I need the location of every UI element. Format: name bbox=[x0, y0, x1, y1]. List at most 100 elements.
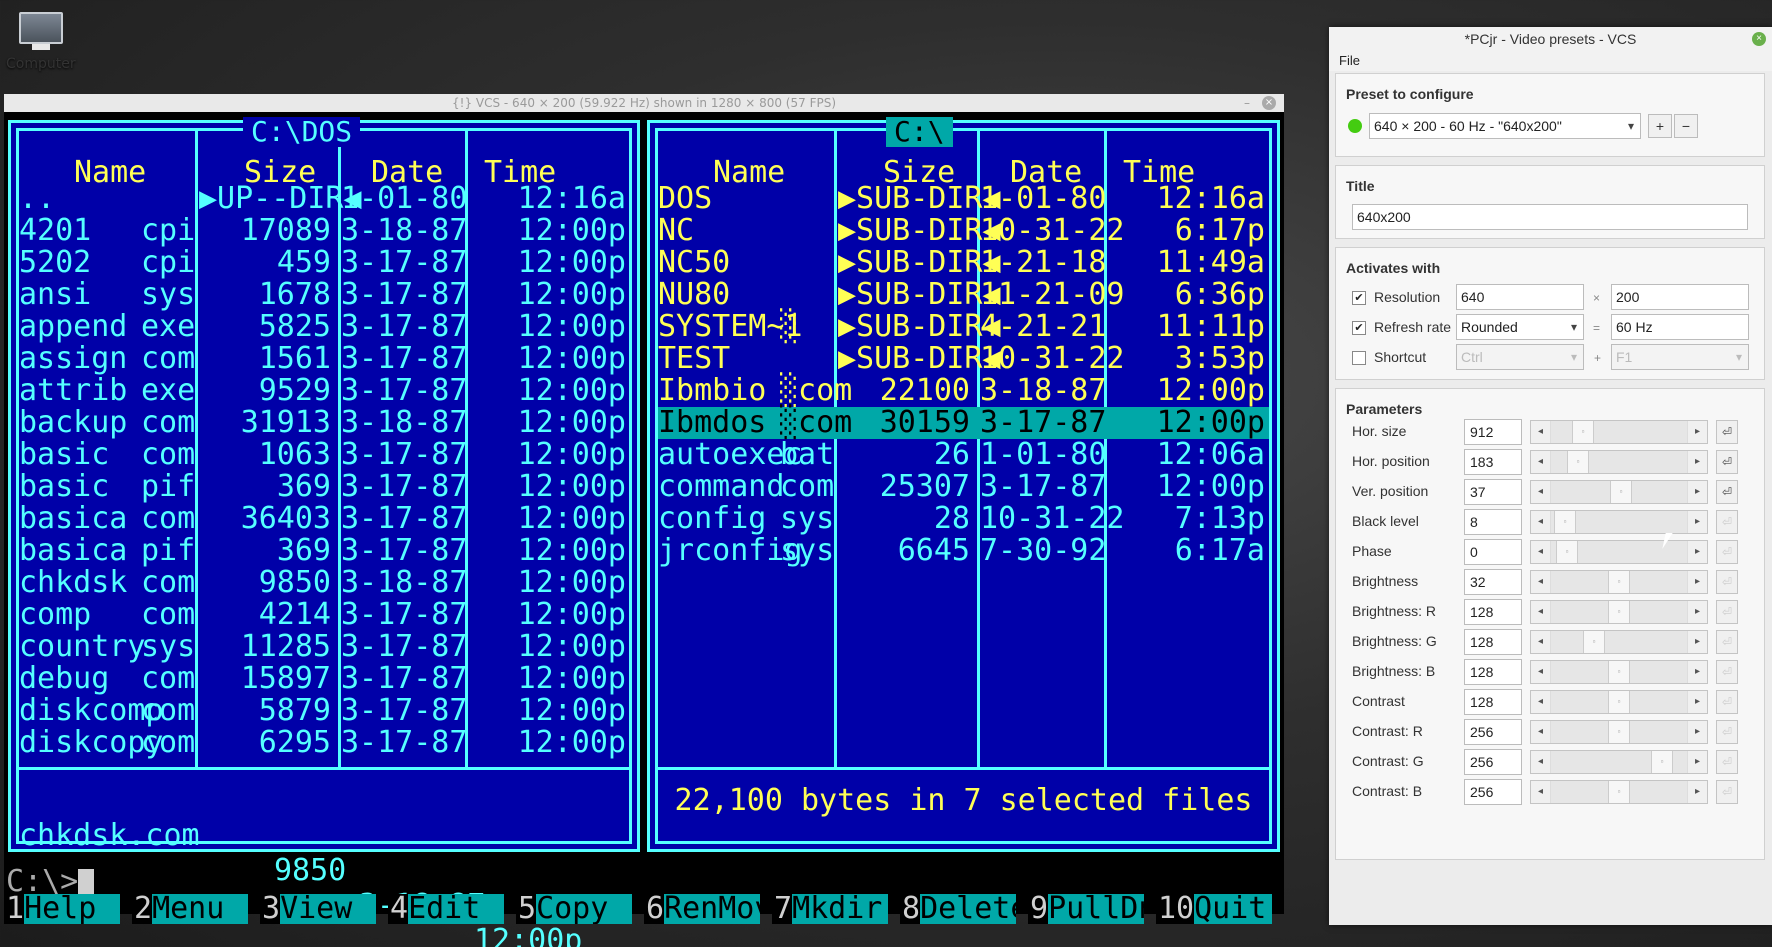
file-row[interactable]: debug com 15897 3-17-87 12:00p bbox=[19, 663, 629, 695]
reset-icon[interactable]: ⏎ bbox=[1716, 450, 1738, 474]
file-row[interactable]: basica com 36403 3-17-87 12:00p bbox=[19, 503, 629, 535]
param-slider[interactable]: ◂ ▫ ▸ bbox=[1530, 690, 1708, 714]
fkey-delete[interactable]: 8Delete bbox=[900, 894, 1028, 924]
slider-handle[interactable]: ▫ bbox=[1608, 721, 1630, 743]
param-slider[interactable]: ◂ ▫ ▸ bbox=[1530, 420, 1708, 444]
reset-icon[interactable]: ⏎ bbox=[1716, 630, 1738, 654]
param-value-input[interactable]: 32 bbox=[1464, 569, 1522, 595]
slider-track[interactable]: ▫ bbox=[1551, 421, 1687, 443]
preset-selector[interactable]: 640 × 200 - 60 Hz - "640x200" bbox=[1369, 113, 1641, 139]
slider-handle[interactable]: ▫ bbox=[1554, 511, 1576, 533]
slider-handle[interactable]: ▫ bbox=[1608, 661, 1630, 683]
slider-left-arrow-icon[interactable]: ◂ bbox=[1531, 481, 1551, 503]
slider-track[interactable]: ▫ bbox=[1551, 661, 1687, 683]
slider-left-arrow-icon[interactable]: ◂ bbox=[1531, 571, 1551, 593]
add-preset-button[interactable]: + bbox=[1648, 114, 1672, 138]
slider-left-arrow-icon[interactable]: ◂ bbox=[1531, 631, 1551, 653]
remove-preset-button[interactable]: − bbox=[1674, 114, 1698, 138]
slider-handle[interactable]: ▫ bbox=[1610, 481, 1632, 503]
file-row[interactable]: append exe 5825 3-17-87 12:00p bbox=[19, 311, 629, 343]
file-row[interactable]: 5202 cpi 459 3-17-87 12:00p bbox=[19, 247, 629, 279]
minimize-icon[interactable]: – bbox=[1244, 94, 1250, 112]
param-value-input[interactable]: 256 bbox=[1464, 779, 1522, 805]
slider-left-arrow-icon[interactable]: ◂ bbox=[1531, 421, 1551, 443]
menu-file[interactable]: File bbox=[1339, 53, 1360, 68]
reset-icon[interactable]: ⏎ bbox=[1716, 570, 1738, 594]
slider-track[interactable]: ▫ bbox=[1551, 451, 1687, 473]
dos-command-line[interactable]: C:\> bbox=[6, 864, 95, 899]
slider-right-arrow-icon[interactable]: ▸ bbox=[1687, 481, 1707, 503]
resolution-width-input[interactable]: 640 bbox=[1456, 284, 1584, 310]
slider-handle[interactable]: ▫ bbox=[1556, 541, 1578, 563]
slider-track[interactable]: ▫ bbox=[1551, 631, 1687, 653]
reset-icon[interactable]: ⏎ bbox=[1716, 660, 1738, 684]
slider-track[interactable]: ▫ bbox=[1551, 601, 1687, 623]
file-row[interactable]: assign com 1561 3-17-87 12:00p bbox=[19, 343, 629, 375]
resolution-height-input[interactable]: 200 bbox=[1611, 284, 1749, 310]
file-row[interactable]: basic pif 369 3-17-87 12:00p bbox=[19, 471, 629, 503]
file-row[interactable]: ansi sys 1678 3-17-87 12:00p bbox=[19, 279, 629, 311]
file-row[interactable]: jrconfig sys 6645 7-30-92 6:17a bbox=[658, 535, 1269, 567]
reset-icon[interactable]: ⏎ bbox=[1716, 540, 1738, 564]
param-value-input[interactable]: 183 bbox=[1464, 449, 1522, 475]
shortcut-key-select[interactable]: F1 bbox=[1611, 344, 1749, 370]
param-slider[interactable]: ◂ ▫ ▸ bbox=[1530, 630, 1708, 654]
slider-left-arrow-icon[interactable]: ◂ bbox=[1531, 691, 1551, 713]
fkey-edit[interactable]: 4 Edit bbox=[388, 894, 516, 924]
reset-icon[interactable]: ⏎ bbox=[1716, 780, 1738, 804]
file-row[interactable]: chkdsk com 9850 3-18-87 12:00p bbox=[19, 567, 629, 599]
file-row[interactable]: DOS ▶SUB-DIR◀ 1-01-80 12:16a bbox=[658, 183, 1269, 215]
slider-right-arrow-icon[interactable]: ▸ bbox=[1687, 661, 1707, 683]
slider-right-arrow-icon[interactable]: ▸ bbox=[1687, 781, 1707, 803]
fkey-menu[interactable]: 2 Menu bbox=[132, 894, 260, 924]
slider-right-arrow-icon[interactable]: ▸ bbox=[1687, 631, 1707, 653]
fkey-pulldn[interactable]: 9PullDn bbox=[1028, 894, 1156, 924]
file-row[interactable]: NC ▶SUB-DIR◀ 10-31-22 6:17p bbox=[658, 215, 1269, 247]
param-value-input[interactable]: 128 bbox=[1464, 659, 1522, 685]
slider-track[interactable]: ▫ bbox=[1551, 781, 1687, 803]
param-slider[interactable]: ◂ ▫ ▸ bbox=[1530, 540, 1708, 564]
fkey-copy[interactable]: 5 Copy bbox=[516, 894, 644, 924]
file-row[interactable]: NU80 ▶SUB-DIR◀ 11-21-09 6:36p bbox=[658, 279, 1269, 311]
slider-right-arrow-icon[interactable]: ▸ bbox=[1687, 451, 1707, 473]
slider-left-arrow-icon[interactable]: ◂ bbox=[1531, 601, 1551, 623]
reset-icon[interactable]: ⏎ bbox=[1716, 720, 1738, 744]
slider-track[interactable]: ▫ bbox=[1551, 751, 1687, 773]
file-row[interactable]: basic com 1063 3-17-87 12:00p bbox=[19, 439, 629, 471]
refresh-mode-select[interactable]: Rounded bbox=[1456, 314, 1584, 340]
param-value-input[interactable]: 0 bbox=[1464, 539, 1522, 565]
param-value-input[interactable]: 8 bbox=[1464, 509, 1522, 535]
file-row[interactable]: diskcomp com 5879 3-17-87 12:00p bbox=[19, 695, 629, 727]
desktop-computer-icon[interactable]: Computer bbox=[6, 12, 76, 72]
slider-right-arrow-icon[interactable]: ▸ bbox=[1687, 601, 1707, 623]
right-panel[interactable]: C:\ Name Size Date Time DOS ▶SUB-DIR◀ 1-01… bbox=[647, 117, 1280, 852]
reset-icon[interactable]: ⏎ bbox=[1716, 690, 1738, 714]
file-row[interactable]: Ibmdos ░com 30159 3-17-87 12:00p bbox=[658, 407, 1269, 439]
slider-track[interactable]: ▫ bbox=[1551, 691, 1687, 713]
file-row[interactable]: basica pif 369 3-17-87 12:00p bbox=[19, 535, 629, 567]
slider-right-arrow-icon[interactable]: ▸ bbox=[1687, 571, 1707, 593]
slider-right-arrow-icon[interactable]: ▸ bbox=[1687, 751, 1707, 773]
file-row[interactable]: attrib exe 9529 3-17-87 12:00p bbox=[19, 375, 629, 407]
shortcut-modifier-select[interactable]: Ctrl bbox=[1456, 344, 1584, 370]
reset-icon[interactable]: ⏎ bbox=[1716, 750, 1738, 774]
file-row[interactable]: comp com 4214 3-17-87 12:00p bbox=[19, 599, 629, 631]
title-input[interactable]: 640x200 bbox=[1352, 204, 1748, 230]
slider-left-arrow-icon[interactable]: ◂ bbox=[1531, 781, 1551, 803]
close-icon[interactable]: × bbox=[1752, 32, 1766, 46]
slider-right-arrow-icon[interactable]: ▸ bbox=[1687, 421, 1707, 443]
file-row[interactable]: Ibmbio ░com 22100 3-18-87 12:00p bbox=[658, 375, 1269, 407]
slider-left-arrow-icon[interactable]: ◂ bbox=[1531, 451, 1551, 473]
presets-titlebar[interactable]: *PCjr - Video presets - VCS × bbox=[1329, 27, 1772, 51]
right-file-list[interactable]: DOS ▶SUB-DIR◀ 1-01-80 12:16a NC ▶SUB-DIR◀ 10-3… bbox=[658, 183, 1269, 567]
slider-left-arrow-icon[interactable]: ◂ bbox=[1531, 661, 1551, 683]
slider-handle[interactable]: ▫ bbox=[1608, 571, 1630, 593]
param-value-input[interactable]: 128 bbox=[1464, 599, 1522, 625]
left-file-list[interactable]: .. ▶UP--DIR◀ 1-01-80 12:16a 4201 cpi 17089 3-18… bbox=[19, 183, 629, 759]
slider-handle[interactable]: ▫ bbox=[1608, 601, 1630, 623]
slider-handle[interactable]: ▫ bbox=[1608, 691, 1630, 713]
fkey-renmov[interactable]: 6RenMov bbox=[644, 894, 772, 924]
file-row[interactable]: diskcopy com 6295 3-17-87 12:00p bbox=[19, 727, 629, 759]
slider-track[interactable]: ▫ bbox=[1551, 511, 1687, 533]
param-slider[interactable]: ◂ ▫ ▸ bbox=[1530, 750, 1708, 774]
